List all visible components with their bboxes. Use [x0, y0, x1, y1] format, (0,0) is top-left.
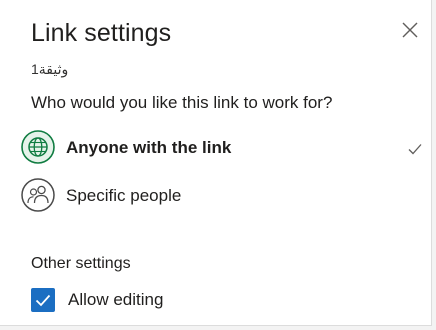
- allow-editing-checkbox[interactable]: Allow editing: [31, 287, 231, 313]
- option-anyone-with-link[interactable]: Anyone with the link: [20, 129, 432, 169]
- close-icon: [402, 22, 418, 38]
- close-button[interactable]: [399, 19, 421, 41]
- allow-editing-label: Allow editing: [68, 290, 164, 309]
- people-icon: [21, 178, 55, 212]
- checkmark-icon: [35, 294, 51, 307]
- globe-icon: [21, 130, 55, 164]
- option-specific-people[interactable]: Specific people: [20, 177, 432, 217]
- link-settings-dialog: Link settings وثيقة1 Who would you like …: [0, 0, 432, 326]
- option-label: Specific people: [66, 186, 182, 205]
- checkmark-icon: [408, 144, 422, 155]
- file-name: وثيقة1: [31, 61, 69, 77]
- checkbox-box[interactable]: [31, 288, 55, 312]
- option-label: Anyone with the link: [66, 138, 232, 157]
- other-settings-heading: Other settings: [31, 255, 131, 272]
- dialog-title: Link settings: [31, 19, 172, 47]
- audience-question: Who would you like this link to work for…: [31, 93, 333, 112]
